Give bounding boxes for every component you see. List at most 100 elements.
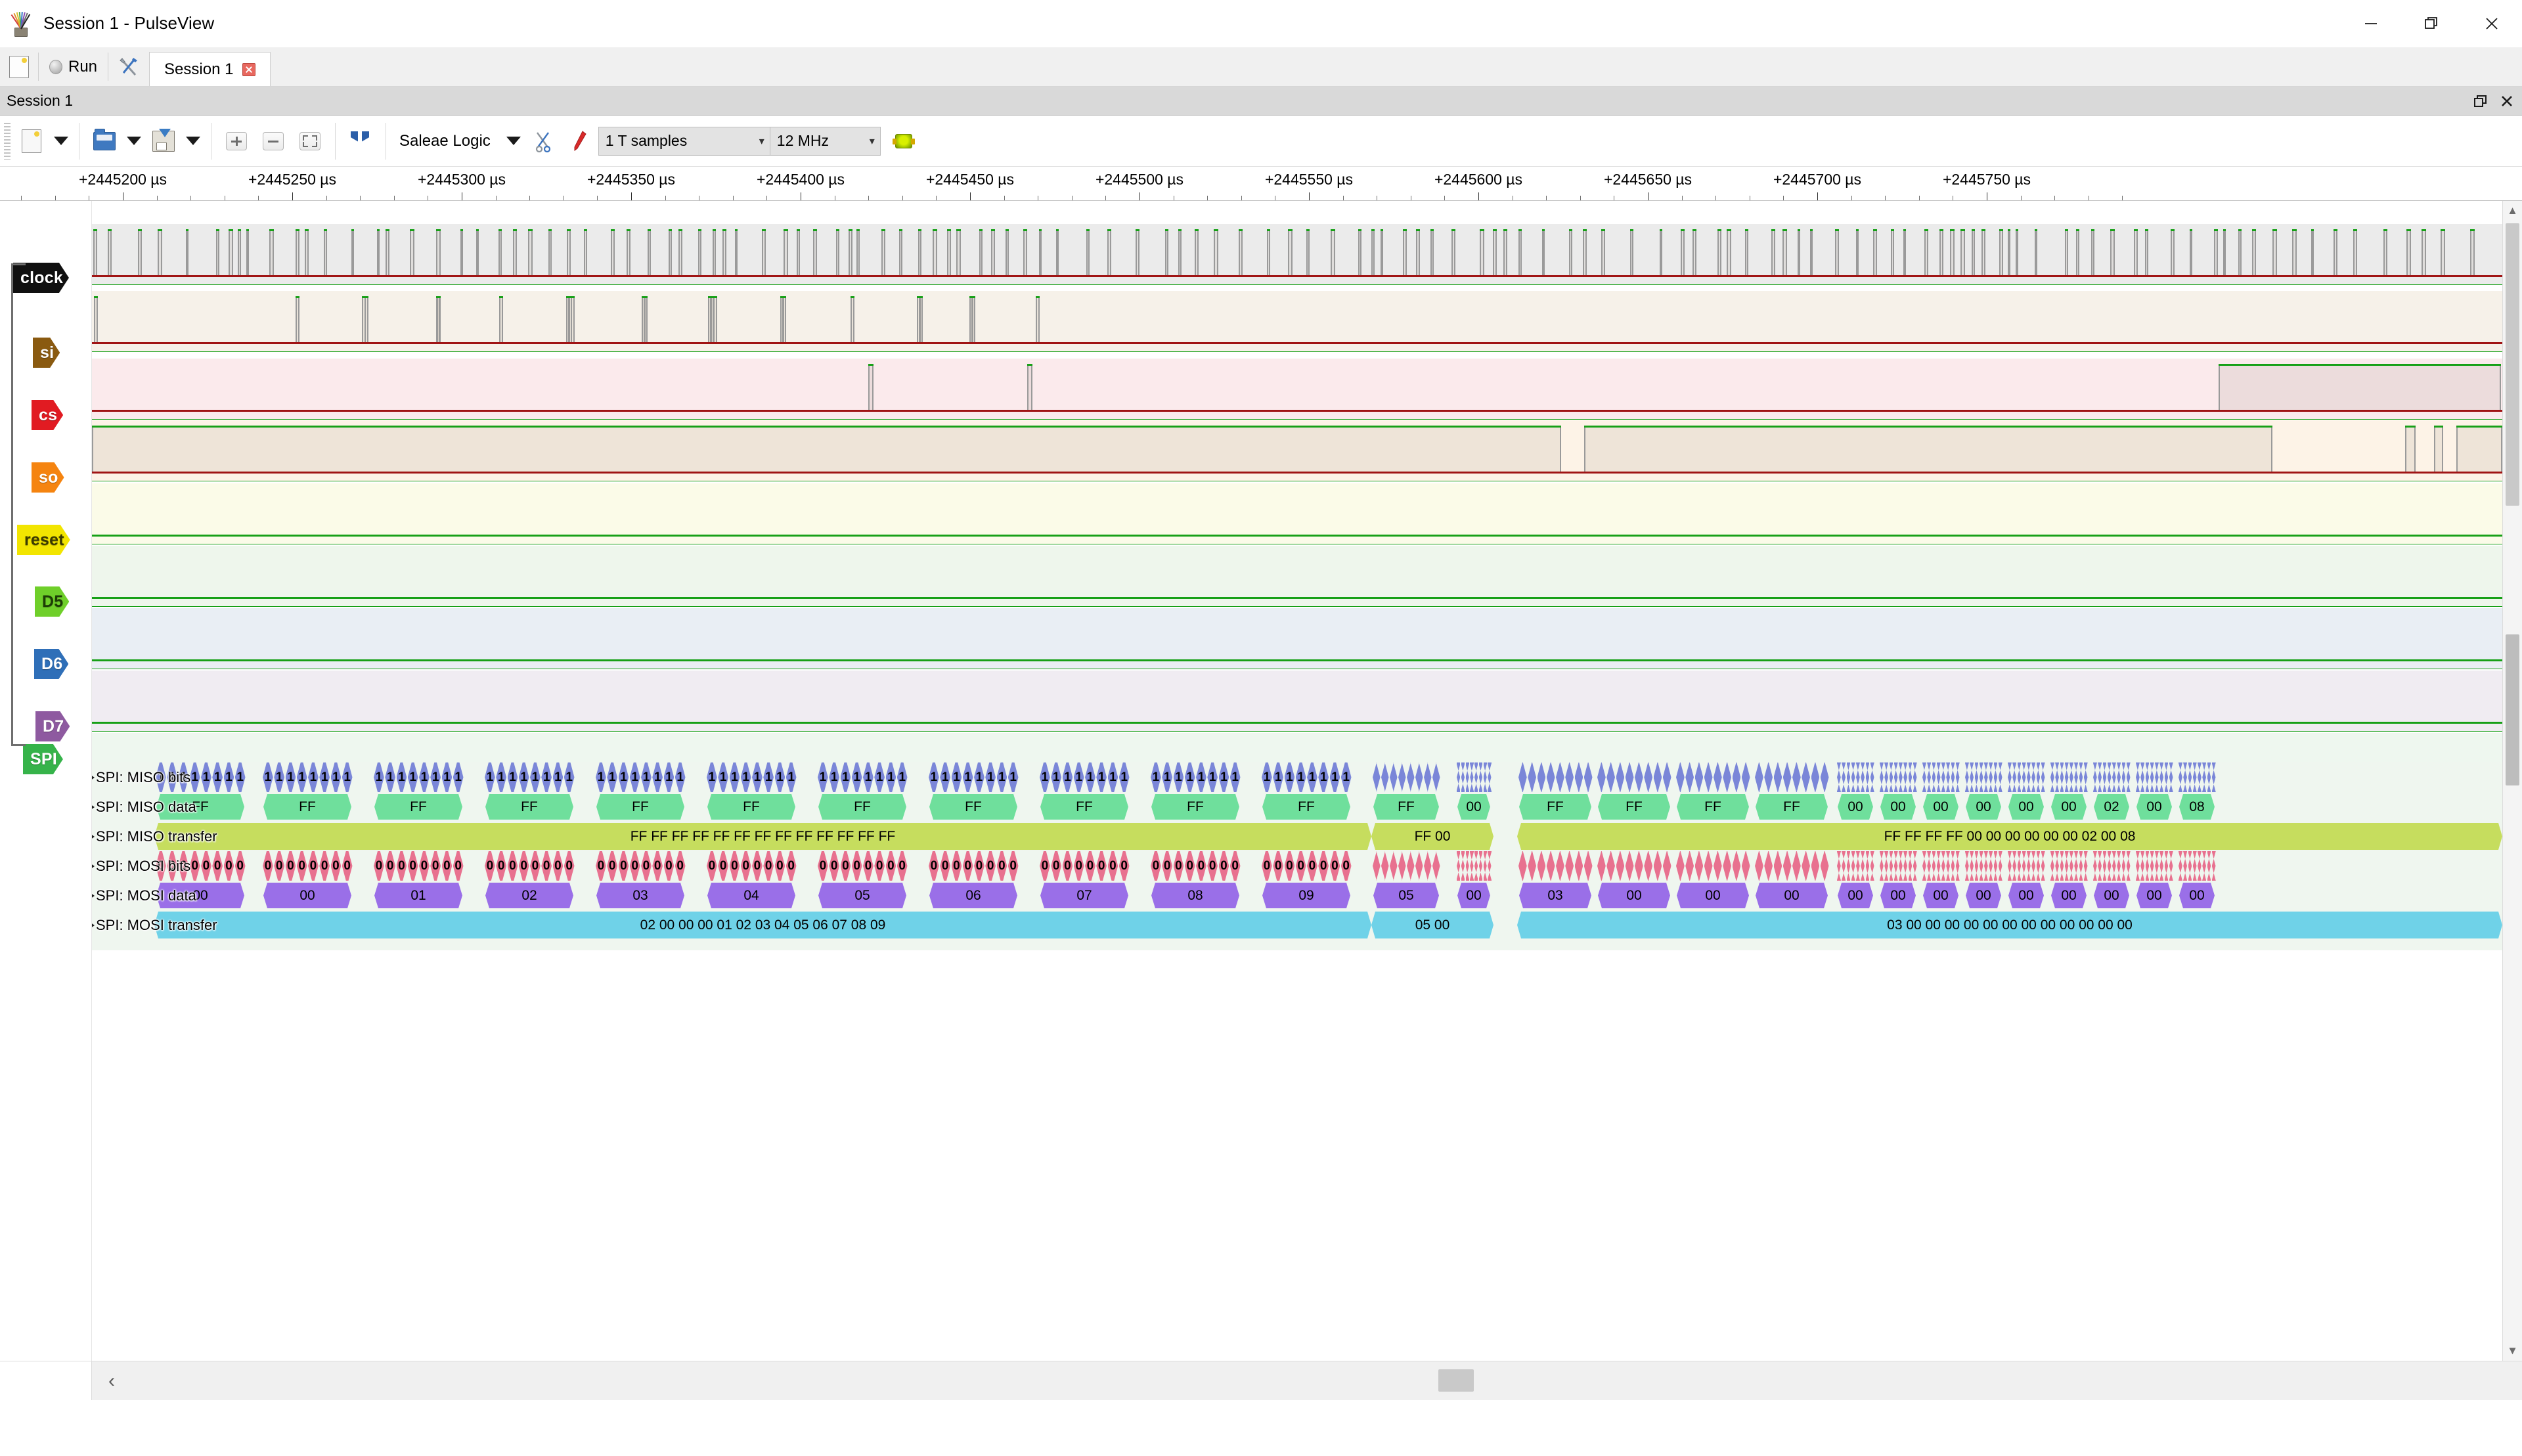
decoder-data-annotation[interactable]: 06 — [929, 883, 1017, 908]
decoder-bit-annotation[interactable] — [1565, 851, 1574, 881]
decoder-bit-annotation[interactable] — [1704, 851, 1713, 881]
decoder-bit-annotation[interactable] — [2022, 762, 2026, 792]
decoder-data-annotation[interactable]: 00 — [1880, 883, 1916, 908]
decoder-bit-annotation[interactable] — [1837, 762, 1841, 792]
decoder-bit-annotation[interactable] — [1676, 762, 1685, 792]
decoder-bit-annotation[interactable] — [1432, 851, 1440, 881]
decoder-bit-annotation[interactable] — [1470, 851, 1473, 881]
decoder-bit-annotation[interactable]: 0 — [1085, 851, 1095, 881]
decoder-bit-annotation[interactable] — [1837, 851, 1841, 881]
decoder-transfer-annotation[interactable]: FF FF FF FF FF FF FF FF FF FF FF FF FF — [154, 823, 1371, 850]
decoder-bit-annotation[interactable] — [1989, 762, 1993, 792]
decoder-bit-annotation[interactable]: 1 — [156, 762, 166, 792]
decoder-bit-annotation[interactable] — [1913, 851, 1917, 881]
decoder-bit-annotation[interactable]: 0 — [374, 851, 384, 881]
decoder-bit-annotation[interactable]: 1 — [630, 762, 640, 792]
decoder-bit-annotation[interactable] — [2103, 851, 2107, 881]
decoder-bit-annotation[interactable]: 1 — [863, 762, 874, 792]
decoder-bit-annotation[interactable]: 0 — [408, 851, 418, 881]
decoder-bit-annotation[interactable]: 0 — [1008, 851, 1019, 881]
decoder-data-annotation[interactable]: 00 — [1923, 794, 1958, 820]
decoder-bit-annotation[interactable]: 0 — [741, 851, 751, 881]
decoder-bit-annotation[interactable] — [2127, 762, 2131, 792]
decoder-bit-annotation[interactable] — [2188, 851, 2192, 881]
decoder-bit-annotation[interactable] — [1899, 851, 1903, 881]
decoder-bit-annotation[interactable]: 0 — [874, 851, 885, 881]
decoder-bit-annotation[interactable] — [1994, 762, 1998, 792]
decoder-bit-annotation[interactable] — [1695, 762, 1704, 792]
decoder-bit-annotation[interactable] — [1635, 762, 1643, 792]
decoder-bit-annotation[interactable]: 1 — [929, 762, 939, 792]
decoder-bit-annotation[interactable] — [2108, 762, 2112, 792]
decoder-bit-annotation[interactable]: 0 — [852, 851, 862, 881]
decoder-bit-annotation[interactable]: 0 — [1330, 851, 1340, 881]
decoder-bit-annotation[interactable] — [2018, 762, 2022, 792]
decoder-bit-annotation[interactable] — [1457, 851, 1460, 881]
decoder-bit-annotation[interactable] — [1922, 762, 1926, 792]
decoder-bit-annotation[interactable]: 1 — [897, 762, 908, 792]
decoder-data-annotation[interactable]: FF — [1756, 794, 1828, 820]
decoder-bit-annotation[interactable]: 1 — [886, 762, 896, 792]
decoder-bit-annotation[interactable]: 0 — [564, 851, 575, 881]
decoder-bit-annotation[interactable]: 0 — [1051, 851, 1061, 881]
new-session-button[interactable] — [0, 47, 38, 86]
decoder-data-annotation[interactable]: 08 — [1151, 883, 1239, 908]
decoder-bit-annotation[interactable] — [1528, 762, 1536, 792]
restore-icon[interactable] — [2401, 0, 2462, 47]
close-icon[interactable] — [2462, 0, 2522, 47]
decoder-bit-annotation[interactable]: 0 — [1108, 851, 1118, 881]
decoder-bit-annotation[interactable]: 1 — [442, 762, 453, 792]
horizontal-scrollbar[interactable]: ‹ — [0, 1361, 2522, 1400]
decoder-bit-annotation[interactable]: 0 — [1096, 851, 1107, 881]
horizontal-scroll-thumb[interactable] — [1438, 1369, 1474, 1392]
decoder-data-annotation[interactable]: FF — [1519, 794, 1591, 820]
decoder-bit-annotation[interactable]: 0 — [752, 851, 763, 881]
decoder-bit-annotation[interactable] — [1484, 851, 1487, 881]
channel-label-D7[interactable]: D7 — [35, 711, 70, 741]
decoder-bit-annotation[interactable]: 1 — [419, 762, 430, 792]
minimize-icon[interactable] — [2341, 0, 2401, 47]
decoder-bit-annotation[interactable]: 0 — [897, 851, 908, 881]
decoder-bit-annotation[interactable]: 0 — [553, 851, 564, 881]
decoder-data-annotation[interactable]: 00 — [1457, 883, 1490, 908]
decoder-bit-annotation[interactable]: 1 — [385, 762, 395, 792]
decoder-data-annotation[interactable]: 00 — [263, 883, 351, 908]
decoder-bit-annotation[interactable]: 1 — [430, 762, 441, 792]
decoder-bit-annotation[interactable] — [2108, 851, 2112, 881]
decoder-bit-annotation[interactable]: 1 — [496, 762, 506, 792]
open-file-dropdown[interactable] — [123, 122, 145, 160]
decoder-bit-annotation[interactable] — [1970, 762, 1974, 792]
decoder-bit-annotation[interactable] — [2027, 851, 2031, 881]
decoder-bit-annotation[interactable] — [1894, 762, 1898, 792]
decoder-bit-annotation[interactable]: 1 — [775, 762, 785, 792]
decoder-bit-annotation[interactable] — [1432, 762, 1440, 792]
decoder-row[interactable]: FF FF FF FF FF FF FF FF FF FF FF FF FF FF… — [92, 822, 2522, 851]
show-cursors-button[interactable] — [342, 122, 379, 160]
decoder-bit-annotation[interactable] — [2012, 762, 2016, 792]
decoder-bit-annotation[interactable] — [1941, 762, 1945, 792]
decoder-bit-annotation[interactable] — [2055, 851, 2059, 881]
decoder-data-annotation[interactable]: FF — [1598, 794, 1670, 820]
decoder-bit-annotation[interactable]: 0 — [530, 851, 541, 881]
decoder-bit-annotation[interactable]: 0 — [718, 851, 728, 881]
decoder-bit-annotation[interactable]: 0 — [397, 851, 407, 881]
decoder-data-annotation[interactable]: 00 — [1880, 794, 1916, 820]
decoder-bit-annotation[interactable]: 1 — [841, 762, 851, 792]
decoder-bit-annotation[interactable] — [2112, 762, 2116, 792]
decoder-bit-annotation[interactable]: 1 — [397, 762, 407, 792]
decoder-bit-annotation[interactable] — [1975, 762, 1979, 792]
decoder-bit-annotation[interactable]: 1 — [297, 762, 307, 792]
decoder-bit-annotation[interactable]: 1 — [1008, 762, 1019, 792]
decoder-bit-annotation[interactable]: 0 — [675, 851, 686, 881]
decoder-bit-annotation[interactable]: 1 — [508, 762, 518, 792]
decoder-bit-annotation[interactable]: 0 — [1040, 851, 1050, 881]
decoder-bit-annotation[interactable]: 0 — [419, 851, 430, 881]
decoder-bit-annotation[interactable] — [2031, 762, 2035, 792]
decoder-data-annotation[interactable]: 07 — [1040, 883, 1128, 908]
decoder-bit-annotation[interactable]: 1 — [786, 762, 797, 792]
decoder-row[interactable]: 0000000000000000000000000000000000000000… — [92, 851, 2522, 881]
decoder-bit-annotation[interactable]: 0 — [630, 851, 640, 881]
decoder-bit-annotation[interactable]: 0 — [1230, 851, 1241, 881]
decoder-bit-annotation[interactable]: 1 — [675, 762, 686, 792]
decoder-data-annotation[interactable]: 02 — [485, 883, 573, 908]
